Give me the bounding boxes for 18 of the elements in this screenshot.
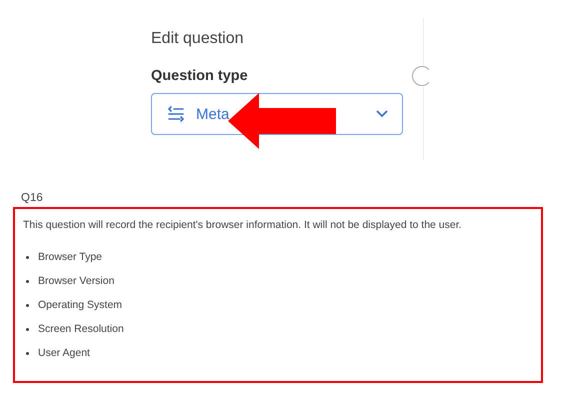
collapse-button[interactable] [412, 66, 429, 86]
field-label: Question type [151, 68, 249, 84]
question-description: This question will record the recipient's browser information. It will not be displayed to the user. [23, 219, 463, 231]
list-item: Browser Version [38, 275, 114, 287]
question-type-dropdown[interactable]: Meta [151, 93, 403, 135]
list-item: Operating System [38, 299, 122, 311]
bullet-icon [26, 304, 29, 306]
list-item: Screen Resolution [38, 323, 124, 335]
question-number: Q16 [21, 192, 43, 204]
bullet-icon [26, 328, 29, 330]
bullet-icon [26, 280, 29, 282]
list-item: Browser Type [38, 251, 102, 263]
bullet-icon [26, 256, 29, 258]
panel-title: Edit question [151, 30, 245, 48]
chevron-down-icon [376, 110, 388, 118]
bullet-icon [26, 352, 29, 354]
list-item: User Agent [38, 347, 90, 359]
list-icon [166, 105, 186, 123]
